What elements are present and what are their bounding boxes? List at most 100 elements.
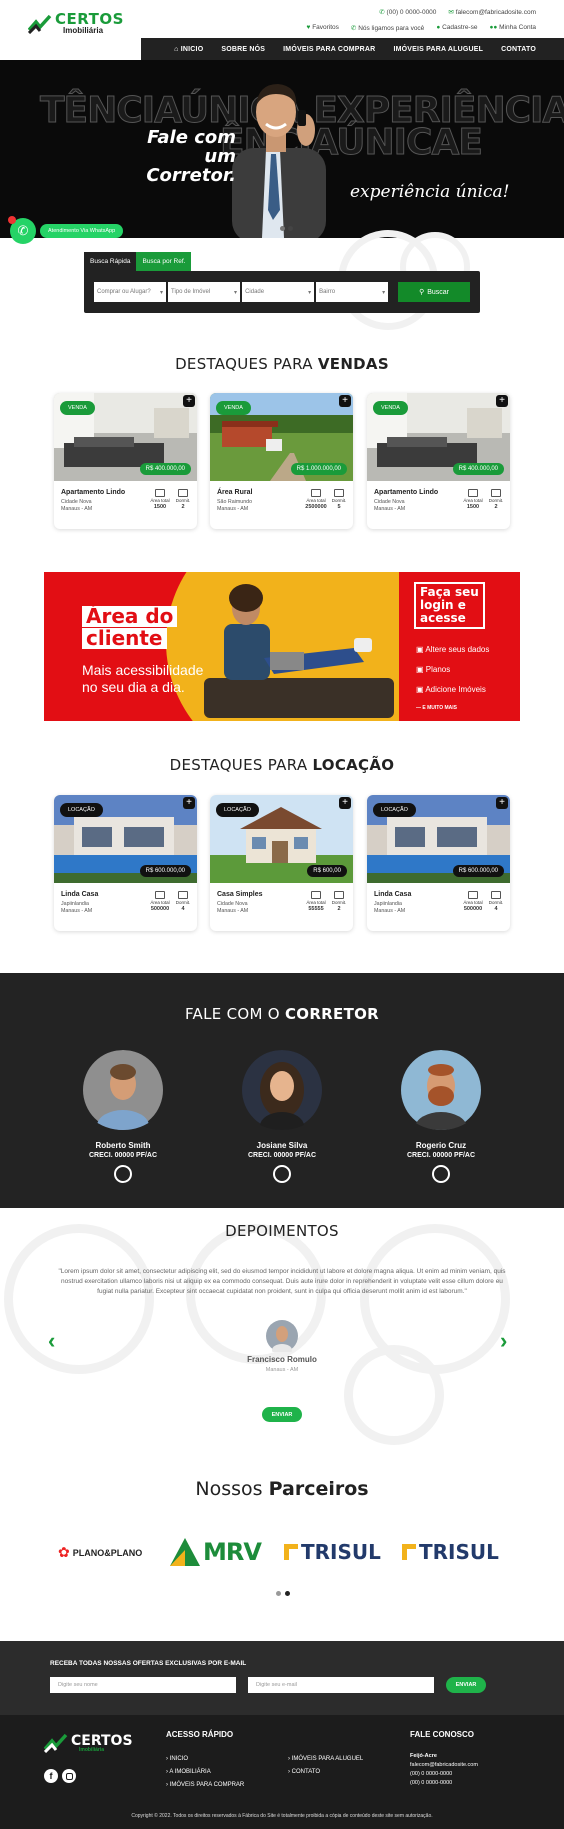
add-favorite-button[interactable]: + [339,395,351,407]
callout-line: acesse [420,611,466,625]
phone-link[interactable]: ✆ (00) 0 0000-0000 [379,8,436,16]
footer-link-label: IMÓVEIS PARA ALUGUEL [291,1756,364,1762]
property-city: Manaus - AM [374,506,406,512]
feature-bedrooms: Dormit. 5 [328,489,350,510]
facebook-icon[interactable]: f [44,1769,58,1783]
feature-value: 1500 [466,504,480,510]
login-callout[interactable]: Faça seu login e acesse [414,582,485,629]
status-badge: VENDA [216,401,251,415]
footer-logo[interactable]: CERTOS Imobiliária [44,1733,133,1753]
area-icon [311,489,321,497]
property-title: Área Rural [217,489,253,496]
whatsapp-icon[interactable] [432,1165,450,1183]
author-city: Manaus - AM [265,1367,299,1373]
newsletter-email-input[interactable]: Digite seu e-mail [248,1677,434,1693]
instagram-icon[interactable] [62,1769,76,1783]
add-favorite-button[interactable]: + [183,797,195,809]
favorites-link[interactable]: ♥ Favoritos [307,24,339,32]
trisul-logo-icon [284,1544,298,1560]
carousel-dot[interactable] [280,226,285,231]
footer-phone[interactable]: (00) 0 0000-0000 [410,1770,478,1779]
property-card[interactable]: VENDA + R$ 400.000,00 Apartamento Lindo … [54,393,197,529]
agent-name: Josiane Silva [256,1141,308,1150]
carousel-dot[interactable] [288,226,293,231]
status-badge: VENDA [373,401,408,415]
add-favorite-button[interactable]: + [496,797,508,809]
property-card[interactable]: LOCAÇÃO + R$ 600.000,00 Linda Casa Japii… [367,795,510,931]
callback-link[interactable]: ✆ Nós ligamos para você [351,24,424,32]
partner-logo-trisul[interactable]: TRISUL [284,1540,381,1564]
nav-aluguel[interactable]: IMÓVEIS PARA ALUGUEL [393,46,483,53]
user-icon: ● [436,24,441,31]
nav-inicio[interactable]: ⌂ INICIO [174,46,203,53]
nav-comprar[interactable]: IMÓVEIS PARA COMPRAR [283,46,375,53]
agent-photo [242,1050,322,1140]
footer-link[interactable]: › IMÓVEIS PARA COMPRAR [166,1779,244,1792]
add-favorite-button[interactable]: + [496,395,508,407]
partner-logo-trisul[interactable]: TRISUL [402,1540,499,1564]
footer-link[interactable]: › INICIO [166,1753,244,1766]
feature-area: Área total 500000 [462,891,484,912]
agent-card[interactable]: Rogerio Cruz CRECI. 00000 PF/AC [381,1050,501,1183]
property-location: São Raimundo Manaus - AM [217,499,252,513]
property-card[interactable]: VENDA + R$ 1.000.000,00 Área Rural São R… [210,393,353,529]
property-card[interactable]: LOCAÇÃO + R$ 600.000,00 Linda Casa Japii… [54,795,197,931]
account-link[interactable]: ●● Minha Conta [489,24,536,32]
email-link[interactable]: ✉ falecom@fabricadosite.com [448,8,536,16]
agent-card[interactable]: Roberto Smith CRECI. 00000 PF/AC [63,1050,183,1183]
feature-area: Área total 55555 [305,891,327,912]
footer-link[interactable]: › IMÓVEIS PARA ALUGUEL [288,1753,363,1766]
mail-icon: ✉ [448,9,454,16]
select-purpose[interactable]: Comprar ou Alugar? ▾ [94,282,167,302]
area-icon [155,891,165,899]
property-card[interactable]: VENDA + R$ 400.000,00 Apartamento Lindo … [367,393,510,529]
tab-quick-search[interactable]: Busca Rápida [84,252,137,271]
feature-area: Área total 500000 [149,891,171,912]
register-link[interactable]: ● Cadastre-se [436,24,477,32]
next-arrow-icon[interactable]: › [500,1328,507,1354]
property-location: Cidade Nova Manaus - AM [61,499,92,513]
whatsapp-icon[interactable] [114,1165,132,1183]
footer-phone[interactable]: (00) 0 0000-0000 [410,1779,478,1788]
tab-ref-search[interactable]: Busca por Ref. [136,252,192,271]
price-badge: R$ 400.000,00 [452,463,504,475]
search-button[interactable]: ⚲ Buscar [398,282,470,302]
bed-icon [178,891,188,899]
home-icon: ⌂ [174,45,179,53]
footer-link[interactable]: › CONTATO [288,1766,363,1779]
newsletter-name-input[interactable]: Digite seu nome [50,1677,236,1693]
title-bold: VENDAS [317,355,389,373]
feature-value: 1500 [153,504,167,510]
nav-sobre[interactable]: SOBRE NÓS [221,46,265,53]
testimonial-send-button[interactable]: ENVIAR [262,1407,302,1422]
carousel-dot[interactable] [276,1591,281,1596]
prev-arrow-icon[interactable]: ‹ [48,1328,55,1354]
partner-logo-mrv[interactable]: MRV [170,1538,262,1566]
add-favorite-button[interactable]: + [183,395,195,407]
property-card[interactable]: LOCAÇÃO + R$ 600,00 Casa Simples Cidade … [210,795,353,931]
brand-logo[interactable]: CERTOS Imobiliária [28,12,124,35]
add-favorite-button[interactable]: + [339,797,351,809]
newsletter-send-button[interactable]: ENVIAR [446,1677,486,1693]
carousel-dot[interactable] [285,1591,290,1596]
property-district: Japiinlandia [374,901,402,907]
partner-name: PLANO&PLANO [72,1547,143,1558]
whatsapp-label[interactable]: Atendimento Via WhatsApp [40,224,124,238]
partner-logo-planoeplano[interactable]: ✿ PLANO&PLANO [58,1544,142,1561]
footer-link[interactable]: › A IMOBILIÁRIA [166,1766,244,1779]
select-type[interactable]: Tipo de Imóvel ▾ [168,282,241,302]
agent-card[interactable]: Josiane Silva CRECI. 00000 PF/AC [222,1050,342,1183]
bed-icon [491,489,501,497]
contact-title: FALE CONOSCO [410,1730,475,1739]
benefit-label: Planos [425,665,451,674]
whatsapp-icon[interactable] [273,1165,291,1183]
select-district[interactable]: Bairro ▾ [316,282,389,302]
whatsapp-float[interactable]: ✆ Atendimento Via WhatsApp [8,216,124,244]
footer-email[interactable]: falecom@fabricadosite.com [410,1761,478,1770]
nav-contato[interactable]: CONTATO [501,46,536,53]
feature-value: 2 [181,504,185,510]
whatsapp-icon[interactable]: ✆ [8,216,36,244]
select-city[interactable]: Cidade ▾ [242,282,315,302]
client-area-banner[interactable]: Área do cliente Mais acessibilidade no s… [44,572,520,721]
property-city: Manaus - AM [61,908,93,914]
